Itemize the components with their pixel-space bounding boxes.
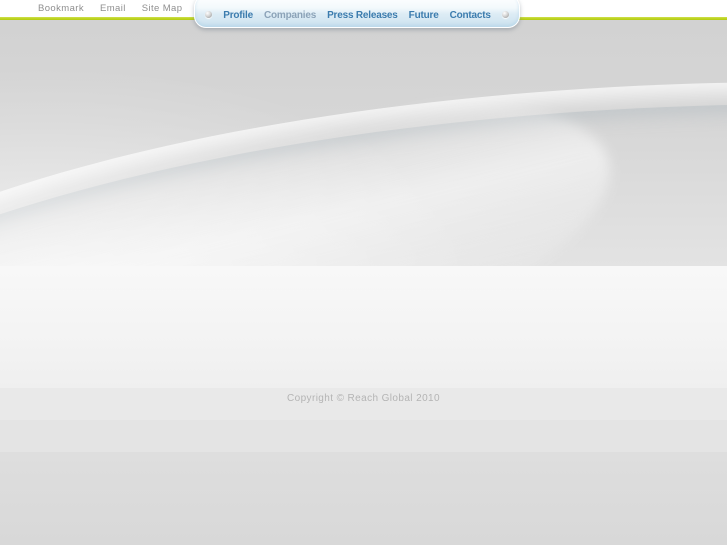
footer-mid-band — [0, 420, 727, 452]
copyright-text: Copyright © Reach Global 2010 — [287, 393, 440, 404]
hero-bottom-left-wash — [0, 20, 727, 266]
nav-item-profile[interactable]: Profile — [223, 10, 253, 21]
footer-copyright-band: Copyright © Reach Global 2010 — [0, 388, 727, 420]
nav-item-companies[interactable]: Companies — [264, 10, 316, 21]
email-link[interactable]: Email — [100, 3, 126, 14]
nav-prev-sphere-icon[interactable] — [205, 11, 212, 18]
nav-item-press-releases[interactable]: Press Releases — [327, 10, 398, 21]
main-navigation: Profile Companies Press Releases Future … — [195, 0, 519, 27]
sitemap-link[interactable]: Site Map — [142, 3, 183, 14]
bookmark-link[interactable]: Bookmark — [38, 3, 84, 14]
footer-bottom-band — [0, 452, 727, 545]
nav-item-contacts[interactable]: Contacts — [450, 10, 491, 21]
hero-banner-area — [0, 20, 727, 266]
content-area-empty — [0, 266, 727, 388]
utility-links: Bookmark Email Site Map — [38, 3, 182, 14]
nav-next-sphere-icon[interactable] — [502, 11, 509, 18]
main-navigation-pill: Profile Companies Press Releases Future … — [194, 0, 520, 28]
page: Bookmark Email Site Map Profile Companie… — [0, 0, 727, 545]
nav-item-future[interactable]: Future — [409, 10, 439, 21]
